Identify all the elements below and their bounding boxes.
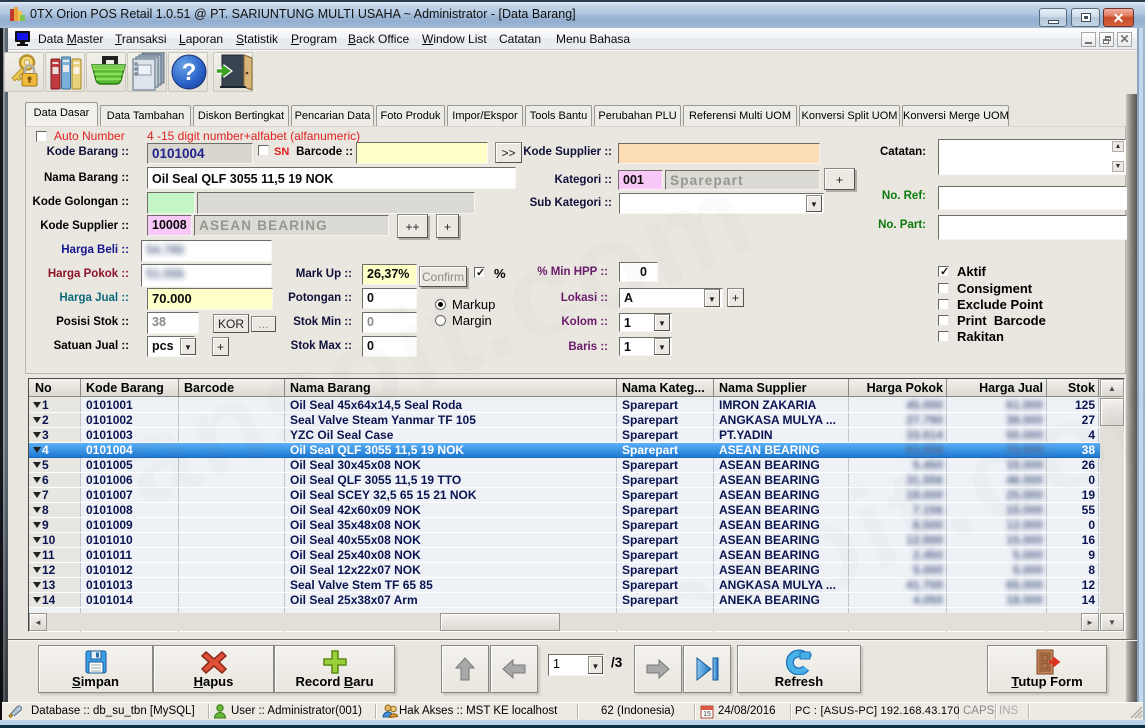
svg-text:?: ?: [182, 59, 197, 86]
svg-text:15: 15: [703, 711, 711, 718]
